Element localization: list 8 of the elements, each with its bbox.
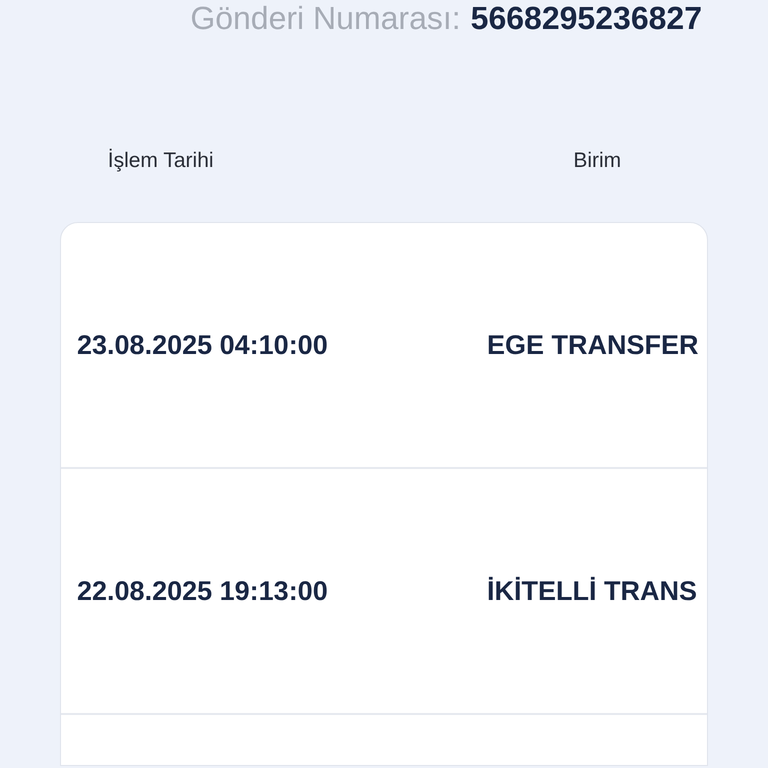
column-header: İşlem Tarihi — [106, 149, 215, 173]
column-header: Birim — [573, 149, 622, 173]
shipment-number: 5668295236827 — [470, 0, 702, 36]
unit-cell: İKİTELLİ TRANS — [487, 576, 697, 606]
unit-cell: EGE TRANSFER — [487, 330, 699, 360]
date-cell-text: 23.08.2025 04:10:00 — [76, 330, 329, 360]
shipment-number-label: Gönderi Numarası: — [190, 0, 461, 36]
date-cell-text: 22.08.2025 19:13:00 — [76, 576, 329, 606]
